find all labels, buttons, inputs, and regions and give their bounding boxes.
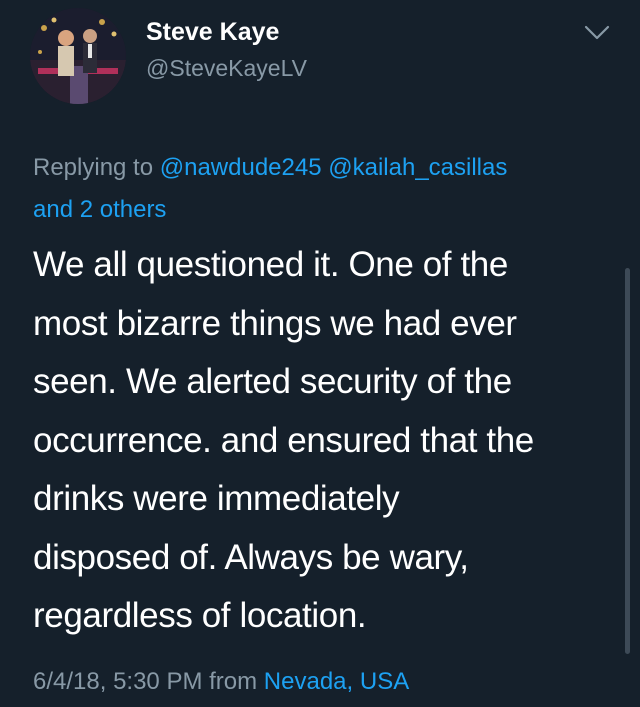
tweet-text-line: disposed of. Always be wary, (33, 537, 469, 577)
tweet-text-line: most bizarre things we had ever (33, 303, 517, 343)
tweet-text-line: occurrence. and ensured that the (33, 420, 534, 460)
location-link[interactable]: Nevada, USA (264, 668, 409, 695)
avatar-image (30, 8, 126, 104)
tweet-text-line: We all questioned it. One of the (33, 245, 508, 284)
tweet-text-line: seen. We alerted security of the (33, 362, 512, 401)
user-handle[interactable]: @SteveKayeLV (146, 55, 307, 82)
timestamp[interactable]: 6/4/18, 5:30 PM (33, 668, 202, 695)
mention-link[interactable]: @nawdude245 (160, 154, 322, 181)
tweet-meta: 6/4/18, 5:30 PM from Nevada, USA (33, 668, 409, 696)
scrollbar[interactable] (625, 268, 630, 654)
avatar[interactable] (30, 8, 126, 104)
mention-link[interactable]: @kailah_casillas (328, 154, 507, 181)
replying-prefix: Replying to (33, 154, 154, 181)
tweet-text: We all questioned it. One of the most bi… (33, 236, 613, 646)
tweet-text-line: regardless of location. (33, 596, 367, 635)
tweet-detail: Steve Kaye @SteveKayeLV Replying to @naw… (0, 0, 640, 707)
others-link[interactable]: and 2 others (33, 196, 166, 223)
tweet-text-line: drinks were immediately (33, 479, 400, 518)
tweet-header: Steve Kaye @SteveKayeLV (30, 8, 620, 104)
chevron-down-icon[interactable] (584, 24, 610, 42)
display-name[interactable]: Steve Kaye (146, 18, 279, 47)
from-label: from (209, 668, 258, 695)
replying-to: Replying to @nawdude245 @kailah_casillas… (33, 147, 623, 231)
